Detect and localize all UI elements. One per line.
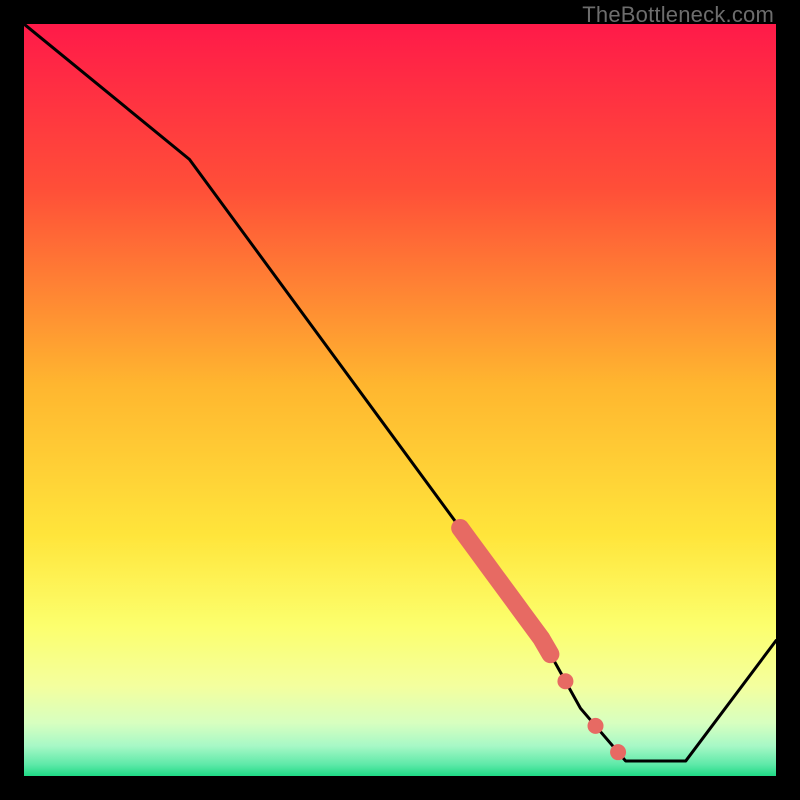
highlight-dot	[588, 718, 604, 734]
chart-plot-area	[24, 24, 776, 776]
chart-svg	[24, 24, 776, 776]
highlight-dot	[610, 744, 626, 760]
chart-background-gradient	[24, 24, 776, 776]
highlight-dot	[557, 673, 573, 689]
